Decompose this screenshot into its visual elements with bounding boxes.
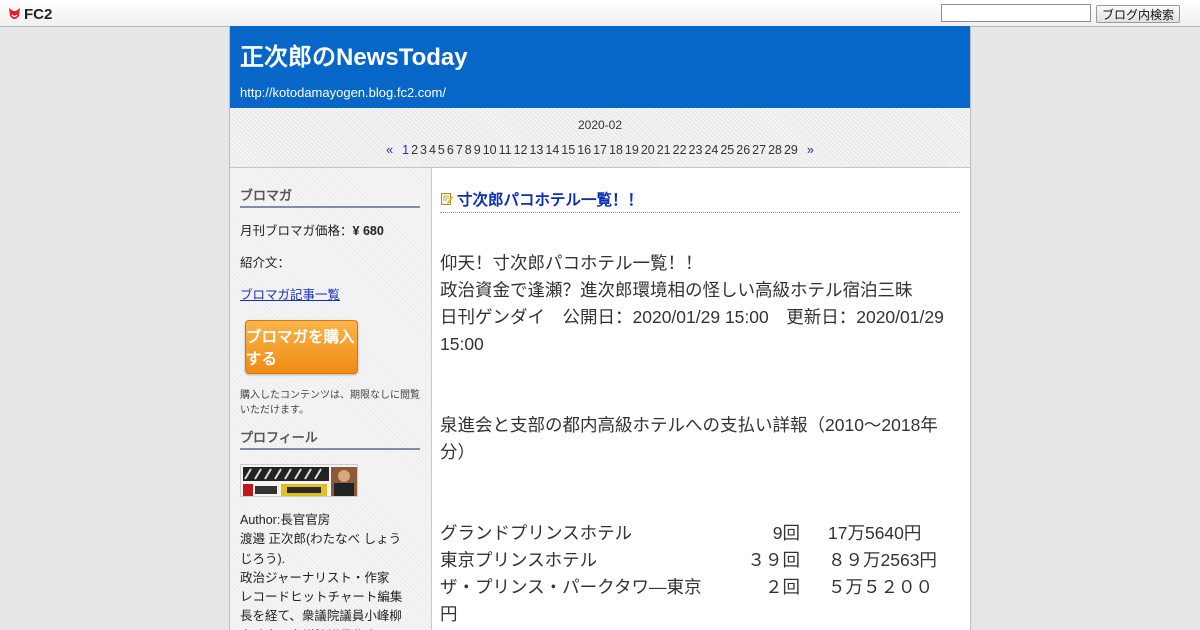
hotel-stay-count: ３９回 — [747, 550, 801, 570]
calendar-day[interactable]: 1 — [402, 143, 409, 157]
hotel-payment-amount: 17万5640円 — [828, 523, 922, 543]
blog-search-button[interactable]: ブログ内検索 — [1096, 5, 1180, 23]
calendar-prev-link[interactable]: « — [386, 143, 393, 157]
calendar-day: 12 — [513, 143, 528, 157]
profile-heading: プロフィール — [240, 430, 420, 450]
bromaga-price-label: 月刊ブロマガ価格： — [240, 224, 353, 238]
calendar-day: 17 — [593, 143, 608, 157]
profile-line: じろう). — [240, 551, 286, 566]
calendar-day: 24 — [704, 143, 719, 157]
calendar-day: 29 — [783, 143, 798, 157]
profile-line: 渡邉 正次郎(わたなべ しょう — [240, 532, 402, 547]
hotel-row: 円 — [440, 601, 970, 628]
calendar-day: 22 — [672, 143, 687, 157]
bromaga-article-list-link[interactable]: ブロマガ記事一覧 — [240, 288, 340, 302]
hotel-payment-amount: ８９万2563円 — [828, 550, 937, 570]
fc2-toolbar: FC2 ブログ内検索 — [0, 0, 1200, 27]
blog-search-input[interactable] — [941, 4, 1091, 22]
main-content: 寸次郎パコホテル一覧！！ 仰天！寸次郎パコホテル一覧！！ 政治資金で逢瀬？進次郎環… — [440, 168, 960, 630]
calendar-day: 8 — [464, 143, 472, 157]
calendar-day: 16 — [577, 143, 592, 157]
calendar-day: 11 — [498, 143, 512, 157]
hotel-name: 東京プリンスホテル — [440, 550, 598, 570]
bromaga-price-value: ¥ 680 — [352, 224, 384, 238]
profile-text: Author:長官官房渡邉 正次郎(わたなべ しょう じろう). 政治ジャーナリスト… — [240, 511, 422, 630]
calendar-day: 2 — [411, 143, 419, 157]
hotel-row: 東京プリンスホテル ３９回 ８９万2563円 — [440, 547, 970, 574]
bromaga-heading: ブロマガ — [240, 188, 420, 208]
bromaga-buy-button[interactable]: ブロマガを購入する — [245, 320, 358, 374]
calendar-day: 23 — [688, 143, 703, 157]
calendar-day: 5 — [437, 143, 445, 157]
bromaga-note: 購入したコンテンツは、期限なしに閲覧いただけます。 — [240, 390, 420, 416]
calendar-day: 4 — [428, 143, 436, 157]
calendar-day: 21 — [656, 143, 671, 157]
calendar-day: 20 — [640, 143, 655, 157]
blog-title[interactable]: 正次郎のNewsToday — [240, 37, 468, 72]
post-text-line: 15:00 — [440, 334, 484, 354]
calendar-day: 10 — [482, 143, 497, 157]
profile-line: レコードヒットチャート編集 — [240, 590, 403, 605]
blog-url: http://kotodamayogen.blog.fc2.com/ — [240, 85, 446, 100]
hotel-name: グランドプリンスホテル — [440, 523, 633, 543]
hotel-stay-count: 9回 — [772, 523, 800, 543]
hotel-stay-count: ２回 — [765, 577, 800, 597]
hotel-name: ザ・プリンス・パークタワ―東京 — [440, 577, 702, 597]
blog-container: 正次郎のNewsToday http://kotodamayogen.blog.… — [229, 26, 971, 630]
post-title: 寸次郎パコホテル一覧！！ — [440, 188, 960, 213]
calendar-month: 2020-02 — [577, 118, 623, 132]
hotel-row: ザ・プリンス・パークタワ―東京 ２回 ５万５２００ — [440, 574, 970, 601]
entry-edit-icon — [441, 193, 453, 205]
post-title-link[interactable]: 寸次郎パコホテル一覧！！ — [457, 188, 643, 210]
calendar-days: «1 2 3 4 5 6 7 8 9 10 11 12 13 14 15 16 17 18 19 20 21 22 23 24… — [230, 143, 970, 157]
post-text-line: 分） — [440, 442, 475, 462]
calendar-day: 3 — [420, 143, 427, 157]
fc2-fox-icon — [9, 7, 20, 19]
calendar-day: 26 — [736, 143, 751, 157]
post-text-line: 政治資金で逢瀬？進次郎環境相の怪しい高級ホテル宿泊三昧 — [440, 280, 913, 300]
calendar-day: 7 — [455, 143, 463, 157]
calendar-day: 13 — [529, 143, 544, 157]
calendar-day: 15 — [561, 143, 576, 157]
calendar-day: 28 — [768, 143, 782, 157]
calendar-next-link[interactable]: » — [807, 143, 814, 157]
calendar-day: 6 — [446, 143, 454, 157]
post-text-line: 日刊ゲンダイ 公開日：2020/01/29 15:00 更新日：2020/01/… — [440, 307, 944, 327]
hotel-payment-amount: ５万５２００ — [828, 577, 933, 597]
calendar: 2020-02 «1 2 3 4 5 6 7 8 9 10 11 12 13 14 15 16 17 18 19 20… — [230, 108, 970, 168]
hotel-name: 円 — [440, 604, 458, 624]
profile-line: 政治ジャーナリスト・作家 — [240, 570, 390, 585]
calendar-day: 25 — [720, 143, 735, 157]
profile-line: Author:長官官房 — [240, 513, 331, 527]
post-text-line: 泉進会と支部の都内高級ホテルへの支払い詳報（2010～2018年 — [440, 415, 938, 435]
hotel-row: グランドプリンスホテル 9回 17万5640円 — [440, 520, 970, 547]
post-text-line: 仰天！寸次郎パコホテル一覧！！ — [440, 253, 703, 273]
bromaga-intro-label: 紹介文： — [240, 256, 291, 270]
bromaga-price: 月刊ブロマガ価格：¥ 680 — [240, 222, 422, 241]
calendar-day: 14 — [545, 143, 560, 157]
calendar-day: 19 — [624, 143, 639, 157]
calendar-day: 18 — [609, 143, 623, 157]
fc2-logo[interactable]: FC2 — [8, 5, 68, 23]
sidebar: ブロマガ 月刊ブロマガ価格：¥ 680 紹介文： ブロマガ記事一覧 ブロマガを購… — [230, 168, 432, 630]
calendar-day: 9 — [473, 143, 481, 157]
blog-header: 正次郎のNewsToday http://kotodamayogen.blog.… — [230, 26, 970, 108]
calendar-day: 27 — [752, 143, 767, 157]
fc2-logo-text: FC2 — [24, 5, 53, 23]
profile-line: 長を経て、衆議院議員小峰柳 — [240, 609, 402, 624]
profile-banner-icon — [241, 465, 357, 496]
profile-banner-image — [240, 464, 358, 497]
calendar-day-list: 1 2 3 4 5 6 7 8 9 10 11 12 13 14 15 16 17 18 19 20 21 22 23 24 2… — [401, 143, 799, 157]
